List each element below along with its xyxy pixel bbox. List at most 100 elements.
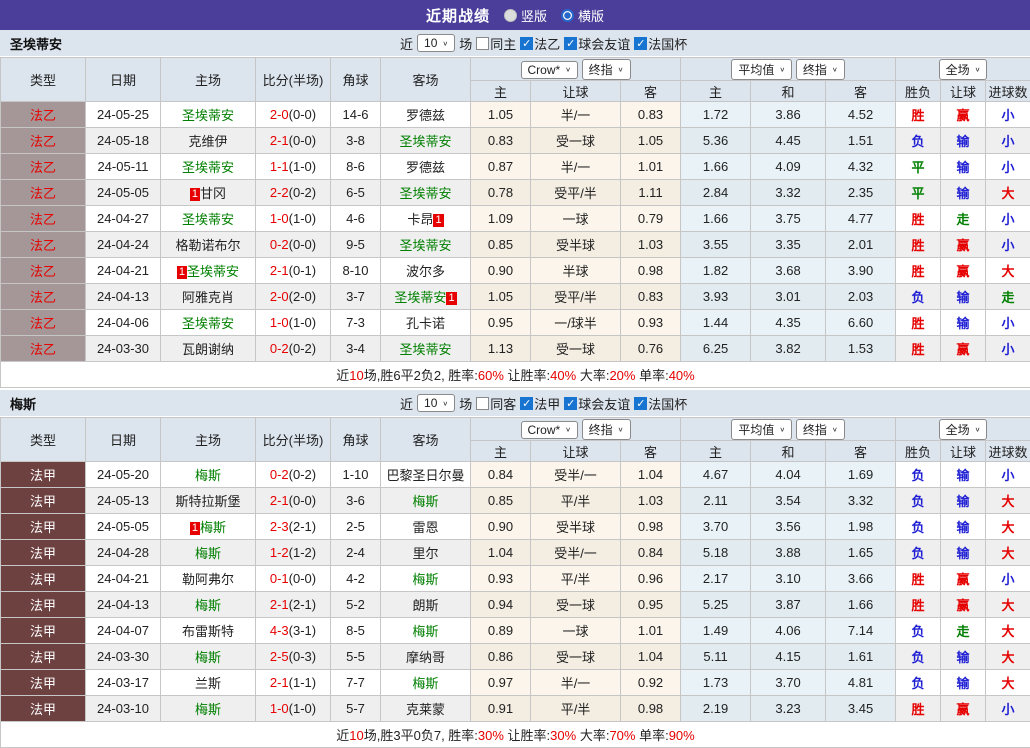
avg-home-odds: 5.11 [681, 644, 751, 670]
avg-away-odds: 2.03 [826, 284, 896, 310]
final-index-select[interactable]: 终指∨ [582, 419, 631, 440]
filter-checkbox-法国杯[interactable]: ✓法国杯 [634, 34, 687, 53]
crow-away-odds: 1.03 [621, 232, 681, 258]
games-count-select[interactable]: 10∨ [417, 394, 455, 412]
away-team-name: 卡昂 [407, 212, 433, 227]
league-type-cell: 法甲 [1, 618, 86, 644]
league-type-cell: 法乙 [1, 284, 86, 310]
filter-checkbox-球会友谊[interactable]: ✓球会友谊 [564, 34, 630, 53]
score-cell: 2-5(0-3) [256, 644, 331, 670]
bookmaker-select[interactable]: Crow*∨ [521, 61, 579, 79]
result-outcome: 胜 [896, 206, 941, 232]
home-team-cell: 布雷斯特 [161, 618, 256, 644]
crow-away-odds: 0.93 [621, 310, 681, 336]
checkbox-checked-icon[interactable]: ✓ [634, 37, 647, 50]
date-cell: 24-05-18 [86, 128, 161, 154]
away-team-name: 梅斯 [412, 494, 438, 509]
halftime-score: (1-0) [289, 211, 316, 226]
results-table: 类型日期主场比分(半场)角球客场Crow*∨ 终指∨ 平均值∨ 终指∨ 全场∨主… [0, 57, 1030, 388]
crow-handicap: 平/半 [531, 566, 621, 592]
result-handicap: 输 [941, 488, 986, 514]
corners-cell: 7-7 [331, 670, 381, 696]
checkbox-unchecked-icon[interactable] [476, 37, 489, 50]
summary-stat-label: 场,胜6平2负2, 胜率: [364, 368, 478, 383]
average-select-group: 平均值∨ 终指∨ [681, 58, 896, 81]
checkbox-checked-icon[interactable]: ✓ [520, 397, 533, 410]
select-value: 平均值 [738, 421, 774, 438]
bookmaker-select[interactable]: Crow*∨ [521, 421, 579, 439]
crow-home-odds: 0.85 [471, 488, 531, 514]
avg-home-odds: 4.67 [681, 462, 751, 488]
result-handicap: 走 [941, 618, 986, 644]
results-table: 类型日期主场比分(半场)角球客场Crow*∨ 终指∨ 平均值∨ 终指∨ 全场∨主… [0, 417, 1030, 748]
filter-checkbox-同客[interactable]: 同客 [476, 394, 516, 413]
crow-away-odds: 1.03 [621, 488, 681, 514]
crow-home-odds: 0.87 [471, 154, 531, 180]
home-team-name: 甘冈 [200, 186, 226, 201]
filter-checkbox-法甲[interactable]: ✓法甲 [520, 394, 560, 413]
away-team-name: 巴黎圣日尔曼 [386, 468, 464, 483]
avg-home-odds: 1.49 [681, 618, 751, 644]
date-cell: 24-05-11 [86, 154, 161, 180]
average-select[interactable]: 平均值∨ [731, 59, 792, 80]
filter-checkbox-法乙[interactable]: ✓法乙 [520, 34, 560, 53]
radio-vertical[interactable]: 竖版 [504, 6, 547, 25]
score-cell: 1-0(1-0) [256, 310, 331, 336]
avg-draw-odds: 3.56 [751, 514, 826, 540]
crow-home-odds: 0.85 [471, 232, 531, 258]
crow-home-odds: 1.05 [471, 284, 531, 310]
crow-handicap: 受半球 [531, 514, 621, 540]
date-cell: 24-05-25 [86, 102, 161, 128]
date-cell: 24-04-24 [86, 232, 161, 258]
filter-checkbox-同主[interactable]: 同主 [476, 34, 516, 53]
match-row: 法乙24-04-13阿雅克肖2-0(2-0)3-7圣埃蒂安11.05受平/半0.… [1, 284, 1030, 310]
result-handicap: 赢 [941, 336, 986, 362]
avg-draw-odds: 3.35 [751, 232, 826, 258]
home-team-cell: 圣埃蒂安 [161, 206, 256, 232]
home-team-name: 兰斯 [195, 676, 221, 691]
col-header-日期: 日期 [86, 418, 161, 462]
crow-home-odds: 0.90 [471, 514, 531, 540]
fulltime-score: 0-2 [270, 467, 289, 482]
checkbox-checked-icon[interactable]: ✓ [634, 397, 647, 410]
crow-home-odds: 0.94 [471, 592, 531, 618]
average-select[interactable]: 平均值∨ [731, 419, 792, 440]
away-team-cell: 朗斯 [381, 592, 471, 618]
filter-checkbox-法国杯[interactable]: ✓法国杯 [634, 394, 687, 413]
checkbox-checked-icon[interactable]: ✓ [564, 37, 577, 50]
subcol-header-和: 和 [751, 81, 826, 102]
fulltime-select[interactable]: 全场∨ [939, 419, 988, 440]
away-team-name: 圣埃蒂安 [399, 134, 451, 149]
radio-unselected-icon[interactable] [504, 9, 517, 22]
final-index-select[interactable]: 终指∨ [796, 59, 845, 80]
checkbox-unchecked-icon[interactable] [476, 397, 489, 410]
filter-checkbox-球会友谊[interactable]: ✓球会友谊 [564, 394, 630, 413]
fulltime-select[interactable]: 全场∨ [939, 59, 988, 80]
score-cell: 2-2(0-2) [256, 180, 331, 206]
avg-away-odds: 4.81 [826, 670, 896, 696]
away-team-cell: 罗德兹 [381, 154, 471, 180]
fulltime-score: 2-2 [270, 185, 289, 200]
crow-away-odds: 0.95 [621, 592, 681, 618]
league-type-cell: 法甲 [1, 488, 86, 514]
select-value: Crow* [528, 63, 561, 77]
match-row: 法乙24-05-11圣埃蒂安1-1(1-0)8-6罗德兹0.87半/一1.011… [1, 154, 1030, 180]
result-outcome: 负 [896, 514, 941, 540]
avg-away-odds: 3.66 [826, 566, 896, 592]
summary-stat-value: 60% [478, 368, 504, 383]
games-count-select[interactable]: 10∨ [417, 34, 455, 52]
away-team-cell: 罗德兹 [381, 102, 471, 128]
checkbox-checked-icon[interactable]: ✓ [564, 397, 577, 410]
result-handicap: 输 [941, 670, 986, 696]
fulltime-score: 2-1 [270, 263, 289, 278]
final-index-select[interactable]: 终指∨ [796, 419, 845, 440]
radio-horizontal[interactable]: 横版 [561, 6, 604, 25]
avg-draw-odds: 4.06 [751, 618, 826, 644]
radio-selected-icon[interactable] [561, 9, 574, 22]
col-header-主场: 主场 [161, 418, 256, 462]
final-index-select[interactable]: 终指∨ [582, 59, 631, 80]
summary-stat-value: 40% [550, 368, 576, 383]
away-team-name: 摩纳哥 [406, 650, 445, 665]
checkbox-checked-icon[interactable]: ✓ [520, 37, 533, 50]
select-value: Crow* [528, 423, 561, 437]
